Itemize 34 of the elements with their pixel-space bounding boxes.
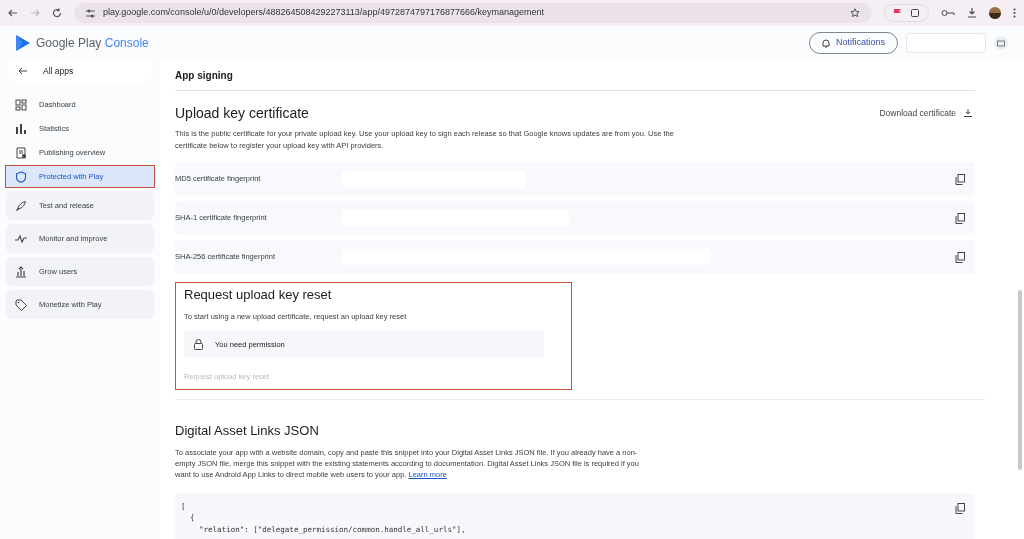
section-title: Upload key certificate <box>175 104 310 123</box>
logo-icon <box>16 35 30 51</box>
section-title: Digital Asset Links JSON <box>175 422 320 440</box>
pulse-icon <box>15 232 27 245</box>
avatar-icon[interactable] <box>989 7 1001 19</box>
site-settings-icon[interactable] <box>86 8 95 18</box>
reload-icon[interactable] <box>52 8 62 18</box>
back-arrow-icon <box>18 67 27 75</box>
address-bar[interactable]: play.google.com/console/u/0/developers/4882645084292273113/app/4972874797176877666/keymanagement <box>74 3 872 23</box>
lock-icon <box>194 338 203 350</box>
copy-icon[interactable] <box>955 251 965 263</box>
bell-icon <box>821 38 830 48</box>
download-link[interactable]: Download certificate <box>879 107 972 120</box>
scrollbar[interactable] <box>1018 290 1022 470</box>
bar-chart-icon <box>15 122 27 135</box>
back-icon[interactable] <box>8 8 18 18</box>
url-text: play.google.com/console/u/0/developers/4882645084292273113/app/4972874797176877666/keymanagement <box>103 6 546 20</box>
key-icon[interactable] <box>941 9 955 17</box>
shield-icon <box>15 170 27 183</box>
all-apps-link[interactable]: All apps <box>6 60 154 82</box>
section-title: Request upload key reset <box>184 286 333 304</box>
growth-icon <box>15 265 27 278</box>
tag-icon <box>15 298 27 311</box>
star-icon[interactable] <box>850 8 860 18</box>
dashboard-icon <box>15 98 27 111</box>
page-title: App signing <box>175 69 234 83</box>
menu-icon[interactable] <box>1013 8 1016 18</box>
copy-icon[interactable] <box>955 502 965 514</box>
document-icon <box>15 146 27 159</box>
copy-icon[interactable] <box>955 173 965 185</box>
download-icon[interactable] <box>967 8 977 18</box>
copy-icon[interactable] <box>955 212 965 224</box>
download-icon <box>964 109 972 118</box>
product-logo: Google Play Console <box>36 35 149 52</box>
